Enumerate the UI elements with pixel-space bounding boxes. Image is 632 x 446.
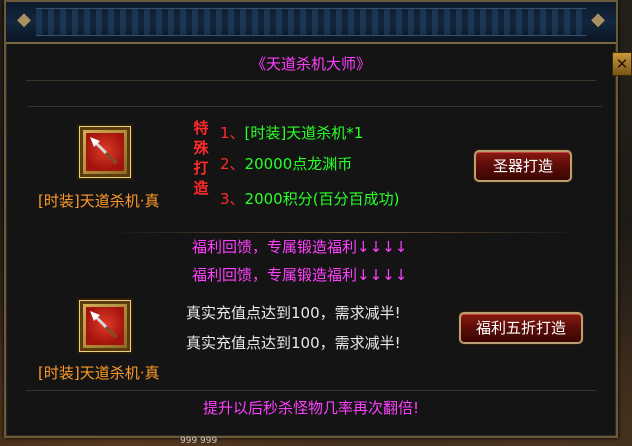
- requirement-item: 2、20000点龙渊币: [220, 153, 352, 174]
- requirement-number: 2、: [220, 155, 245, 173]
- footer-text: 提升以后秒杀怪物几率再次翻倍!: [202, 399, 419, 417]
- divider: [106, 232, 586, 233]
- discount-forge-button[interactable]: 福利五折打造: [459, 312, 583, 344]
- requirement-text: 20000点龙渊币: [244, 155, 353, 173]
- item-slot-discount[interactable]: [79, 300, 131, 352]
- label-char: 打: [193, 159, 209, 177]
- label-char: 特: [193, 119, 209, 137]
- promo-line: 福利回馈，专属锻造福利↓↓↓↓: [192, 266, 408, 284]
- requirement-number: 1、: [220, 124, 245, 142]
- dialog-title: 《天道杀机大师》: [250, 55, 371, 73]
- label-char: 殊: [193, 139, 209, 157]
- requirement-text: 2000积分(百分百成功): [244, 190, 400, 208]
- decorative-header: ◆ ◆: [6, 2, 616, 44]
- requirement-item: 1、[时装]天道杀机*1: [220, 122, 363, 143]
- promo-line: 福利回馈，专属锻造福利↓↓↓↓: [192, 238, 408, 256]
- title-bar: 《天道杀机大师》: [26, 48, 596, 81]
- requirement-item: 3、2000积分(百分百成功): [220, 188, 399, 209]
- spear-icon: [86, 307, 124, 345]
- footer: 提升以后秒杀怪物几率再次翻倍!: [26, 390, 596, 425]
- item-name: [时装]天道杀机·真: [38, 192, 160, 210]
- artifact-forge-button[interactable]: 圣器打造: [474, 150, 572, 182]
- notice-line: 真实充值点达到100，需求减半!: [186, 334, 401, 352]
- requirement-number: 3、: [220, 190, 245, 208]
- requirement-text: [时装]天道杀机*1: [244, 124, 364, 142]
- special-forge-label: 特 殊 打 造: [192, 118, 210, 198]
- close-icon: ✕: [615, 55, 629, 73]
- item-slot-special[interactable]: [79, 126, 131, 178]
- label-char: 造: [193, 179, 209, 197]
- ornament-icon: ◆: [17, 9, 31, 30]
- item-name: [时装]天道杀机·真: [38, 364, 160, 382]
- notice-line: 真实充值点达到100，需求减半!: [186, 304, 401, 322]
- close-button[interactable]: ✕: [612, 52, 632, 76]
- spear-icon: [86, 133, 124, 171]
- background-counter: 999 999: [180, 436, 218, 446]
- ornament-icon: ◆: [591, 9, 605, 30]
